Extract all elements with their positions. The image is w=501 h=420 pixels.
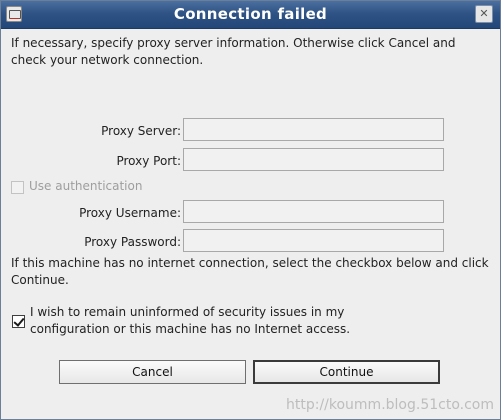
dialog-title: Connection failed — [173, 5, 328, 23]
no-internet-text: If this machine has no internet connecti… — [11, 256, 489, 287]
use-authentication-checkbox[interactable] — [11, 181, 24, 194]
proxy-password-label: Proxy Password: — [84, 235, 181, 249]
proxy-username-label: Proxy Username: — [79, 206, 181, 220]
cancel-button[interactable]: Cancel — [59, 360, 246, 384]
proxy-port-input[interactable] — [183, 148, 444, 171]
connection-failed-dialog: Connection failed ✕ If necessary, specif… — [0, 0, 501, 420]
proxy-port-label: Proxy Port: — [116, 154, 181, 168]
intro-text: If necessary, specify proxy server infor… — [11, 36, 456, 67]
proxy-server-input[interactable] — [183, 118, 444, 141]
remain-uninformed-label: I wish to remain uninformed of security … — [30, 305, 351, 336]
proxy-password-input[interactable] — [183, 229, 444, 252]
continue-button[interactable]: Continue — [253, 360, 440, 384]
watermark-text: http://koumm.blog.51cto.com — [285, 397, 494, 413]
close-icon: ✕ — [479, 7, 489, 20]
close-button[interactable]: ✕ — [475, 5, 493, 23]
remain-uninformed-checkbox[interactable] — [12, 315, 25, 328]
proxy-server-label: Proxy Server: — [101, 124, 181, 138]
proxy-username-input[interactable] — [183, 200, 444, 223]
use-authentication-label: Use authentication — [29, 179, 143, 193]
title-bar[interactable]: Connection failed ✕ — [1, 1, 500, 29]
